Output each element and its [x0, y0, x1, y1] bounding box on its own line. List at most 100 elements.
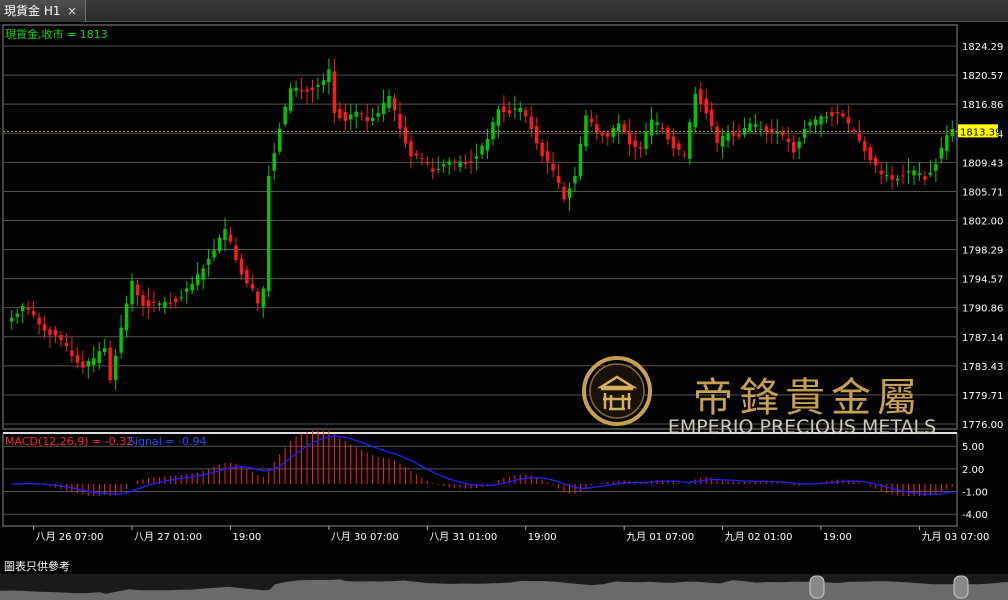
candle-body	[185, 288, 189, 292]
candle-body	[431, 168, 435, 172]
candle-body	[321, 80, 326, 85]
candle-body	[163, 301, 167, 308]
candle-body	[753, 124, 758, 127]
candle-body	[502, 106, 506, 113]
price-tick-label: 1787.14	[962, 333, 1003, 344]
x-tick-label: 九月 02 01:00	[725, 531, 793, 543]
watermark-en: EMPERIO PRECIOUS METALS	[668, 416, 936, 438]
candle-body	[146, 300, 151, 307]
price-pane	[2, 24, 958, 430]
candle-body	[108, 347, 112, 381]
candle-body	[64, 342, 69, 346]
candle-body	[398, 114, 402, 129]
candle-body	[458, 161, 462, 168]
price-chart[interactable]: 1824.291820.571816.861813.141809.431805.…	[0, 22, 1008, 574]
candle-body	[305, 89, 309, 92]
candle-body	[75, 355, 80, 363]
candle-body	[633, 140, 637, 148]
x-tick-label: 八月 31 01:00	[429, 531, 497, 543]
close-icon[interactable]: ×	[67, 0, 77, 22]
scroll-handle-right[interactable]	[953, 575, 969, 599]
candle-body	[234, 245, 238, 261]
x-tick-label: 19:00	[232, 532, 261, 543]
candle-body	[606, 132, 610, 137]
candle-body	[223, 229, 227, 240]
candle-body	[573, 175, 577, 184]
candle-body	[589, 118, 594, 123]
candle-body	[130, 280, 134, 305]
candle-body	[868, 147, 872, 161]
tab-bar: 現貨金 H1 ×	[0, 0, 1008, 22]
candle-body	[693, 93, 697, 128]
candle-body	[343, 111, 347, 122]
candle-body	[113, 355, 118, 380]
candle-body	[480, 145, 484, 155]
navigator-scrollbar[interactable]	[0, 574, 1008, 600]
watermark-cn: 帝鋒貴金屬	[693, 375, 923, 421]
candle-body	[288, 88, 293, 111]
x-tick-label: 八月 30 07:00	[331, 531, 399, 543]
candle-body	[119, 327, 123, 353]
candle-body	[157, 303, 162, 305]
candle-body	[524, 110, 528, 117]
candle-body	[403, 127, 408, 144]
candle-body	[10, 317, 14, 322]
candle-body	[627, 132, 632, 145]
macd-signal-label: Signal = -0.94	[128, 435, 206, 448]
candle-body	[666, 127, 670, 140]
price-tick-label: 1802.00	[962, 216, 1003, 227]
candle-body	[124, 303, 129, 331]
candle-body	[781, 131, 785, 136]
candle-body	[824, 117, 829, 119]
candle-body	[420, 157, 424, 159]
candle-body	[518, 107, 522, 112]
candle-body	[261, 288, 265, 308]
candle-body	[726, 132, 730, 141]
candle-body	[852, 129, 856, 131]
candle-body	[513, 108, 517, 110]
candle-body	[611, 128, 615, 137]
candle-body	[425, 161, 430, 164]
candle-body	[447, 161, 451, 165]
candle-body	[360, 113, 364, 115]
candle-body	[349, 114, 353, 120]
price-title: 現貨金,收市 = 1813	[5, 27, 108, 41]
candle-body	[53, 329, 58, 336]
candle-body	[316, 85, 320, 87]
candle-body	[819, 116, 823, 125]
scroll-handle-left[interactable]	[809, 575, 825, 599]
candle-body	[168, 302, 173, 304]
macd-title: MACD(12,26,9) = -0.32	[5, 435, 133, 448]
candle-body	[507, 110, 512, 114]
candle-body	[496, 109, 501, 126]
candle-body	[660, 127, 665, 129]
price-tick-label: 1809.43	[962, 158, 1003, 169]
candle-body	[655, 122, 659, 125]
candle-body	[48, 329, 52, 336]
candle-body	[370, 117, 375, 121]
candle-body	[152, 301, 156, 303]
candle-body	[31, 311, 36, 316]
candle-body	[846, 117, 851, 124]
macd-tick-label: 2.00	[962, 465, 984, 476]
candle-body	[950, 128, 954, 137]
candle-body	[250, 284, 255, 289]
candle-body	[551, 164, 555, 171]
candle-body	[529, 116, 533, 129]
candle-body	[228, 234, 233, 242]
candle-body	[545, 151, 550, 162]
macd-tick-label: 5.00	[962, 442, 984, 453]
candle-body	[709, 109, 714, 127]
price-tick-label: 1790.86	[962, 304, 1003, 315]
current-price-label: 1813.39	[960, 127, 1001, 138]
candle-body	[239, 258, 244, 275]
candle-body	[277, 128, 282, 152]
candle-body	[310, 87, 315, 91]
candle-body	[578, 143, 583, 177]
candle-body	[934, 164, 938, 171]
candle-body	[857, 133, 862, 141]
candle-body	[97, 351, 101, 364]
candle-body	[540, 142, 544, 157]
candle-body	[567, 188, 572, 198]
chart-tab[interactable]: 現貨金 H1 ×	[0, 0, 86, 22]
